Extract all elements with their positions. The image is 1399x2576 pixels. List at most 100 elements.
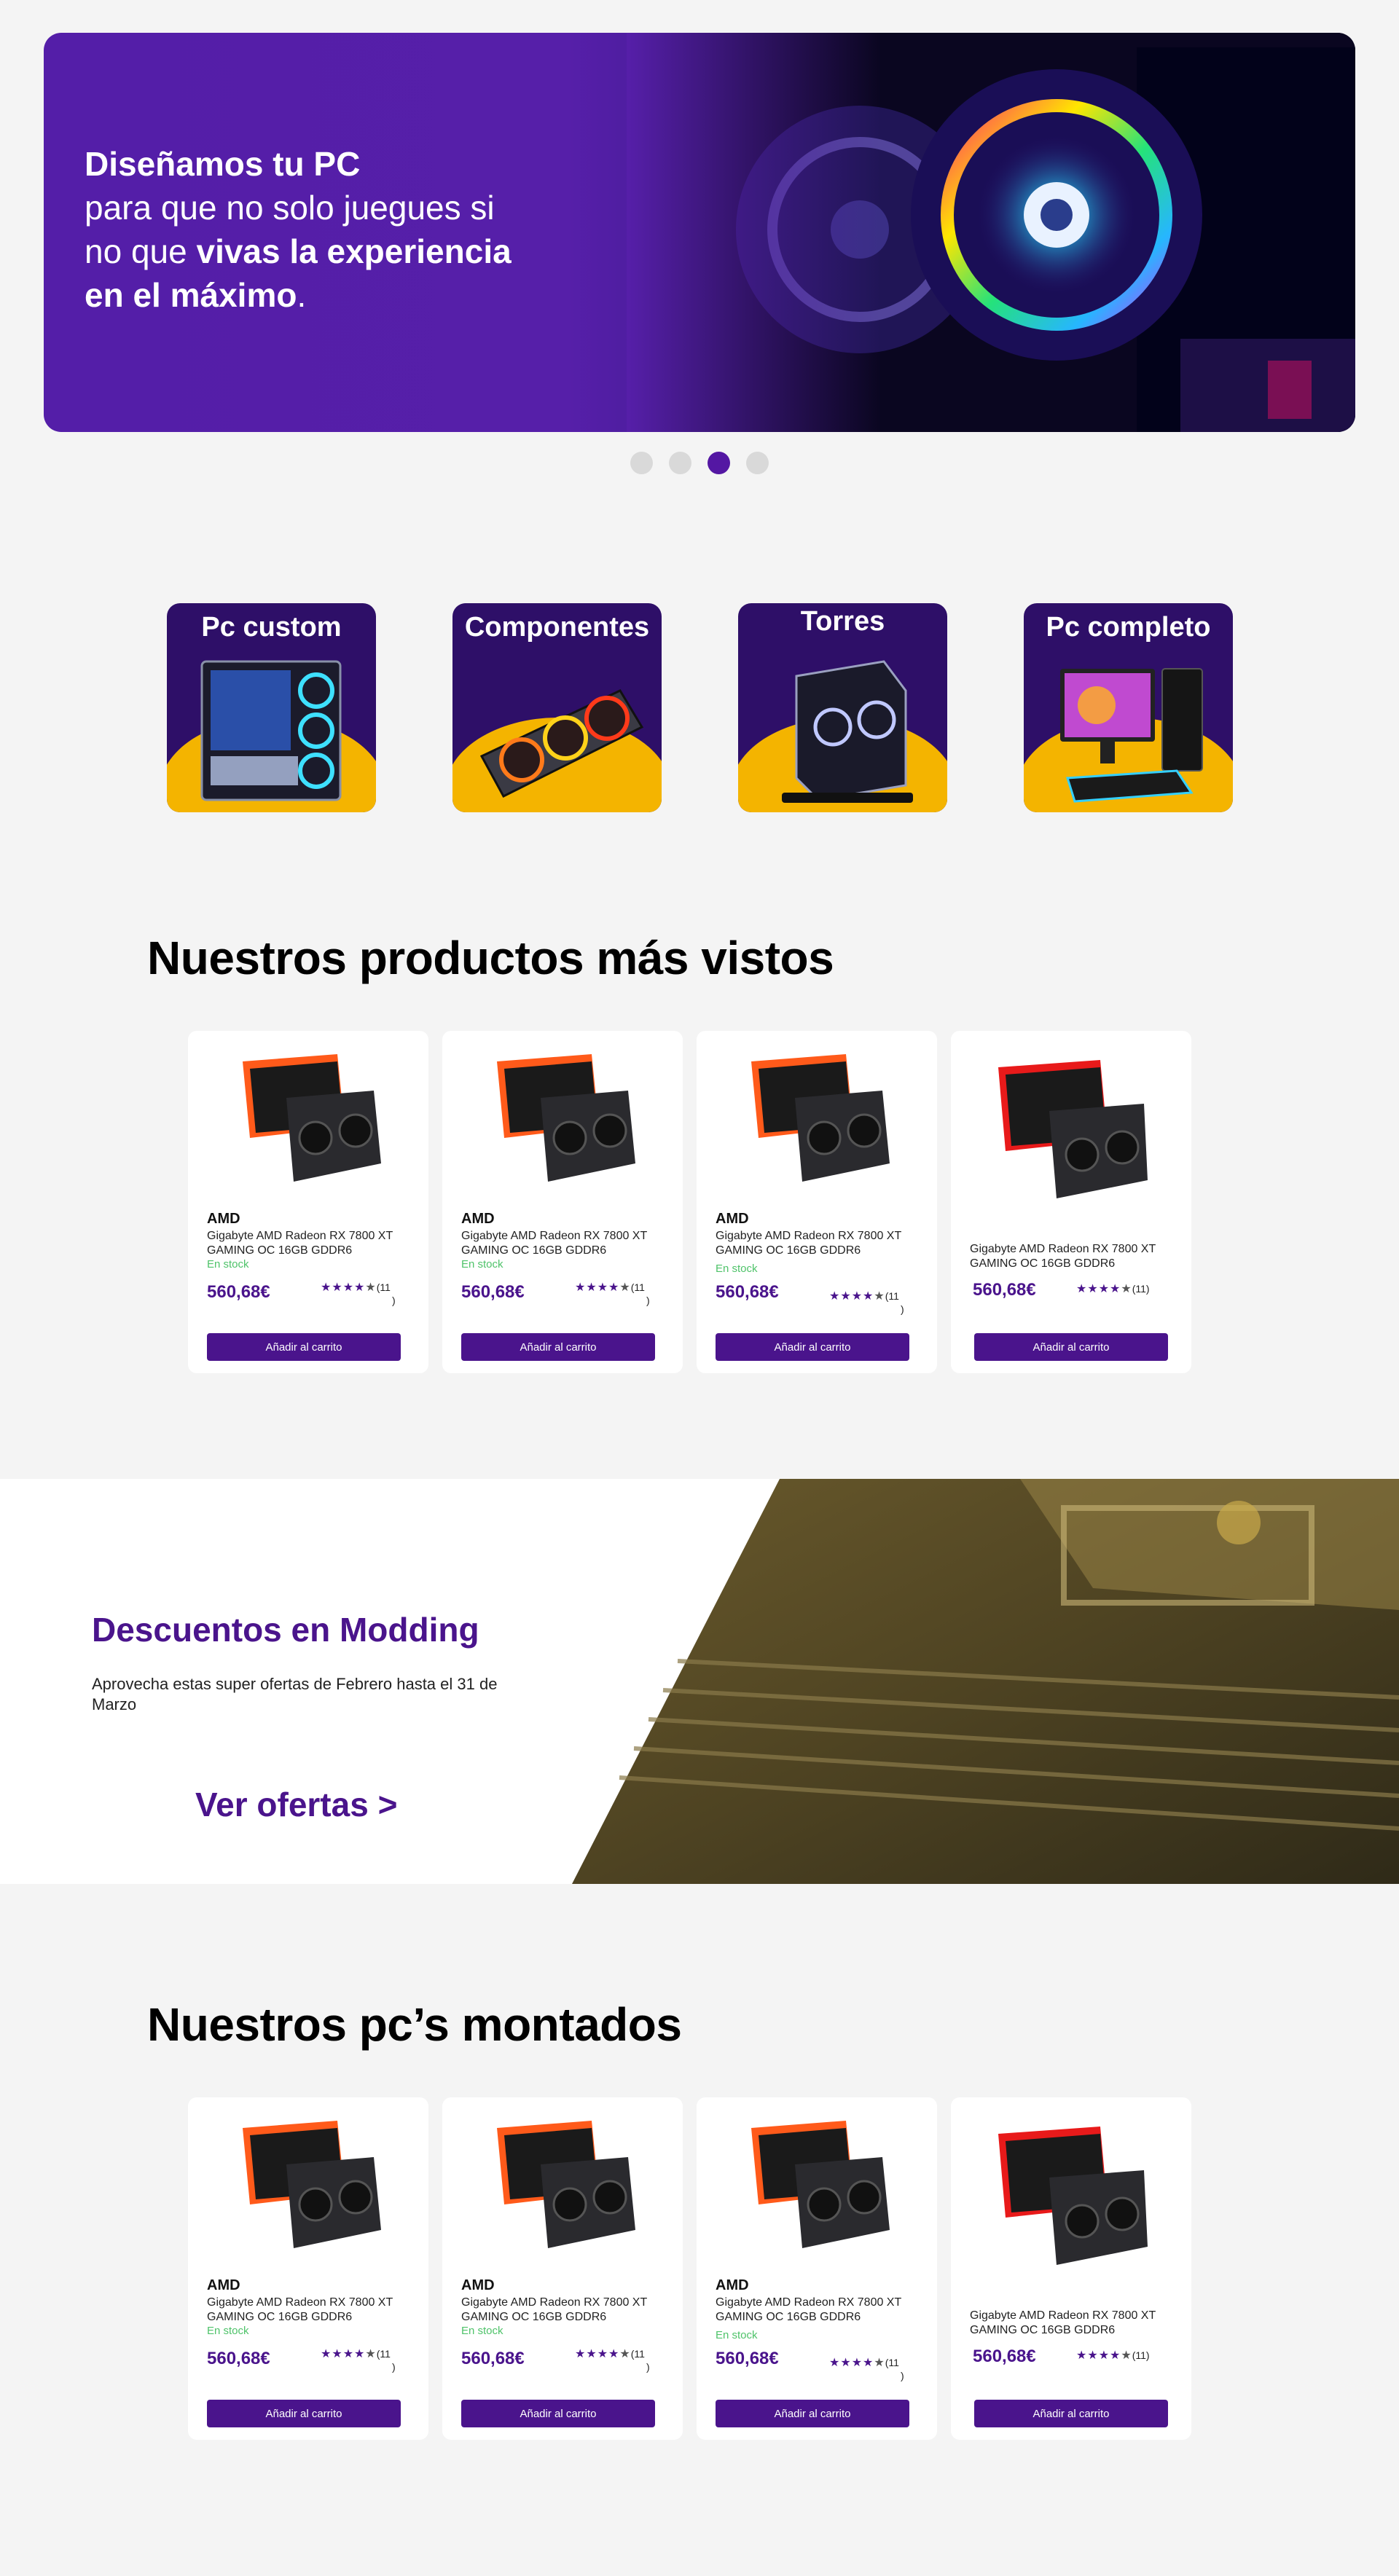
promo-banner: Descuentos en Modding Aprovecha estas su… (0, 1479, 1399, 1884)
review-count: (11) (1132, 2349, 1150, 2361)
product-price: 560,68€ (461, 1282, 525, 1302)
product-price: 560,68€ (973, 1280, 1036, 1300)
review-count-close: ) (392, 2361, 396, 2373)
category-pc-completo[interactable]: Pc completo (1024, 603, 1233, 812)
product-image (497, 1054, 635, 1182)
hero-line4-bold: en el máximo (85, 276, 297, 314)
review-count: (11) (1132, 1283, 1150, 1295)
product-card[interactable]: AMD Gigabyte AMD Radeon RX 7800 XT GAMIN… (188, 2097, 428, 2440)
promo-text: Aprovecha estas super ofertas de Febrero… (92, 1675, 498, 1713)
section-title-mounted-pcs: Nuestros pc’s montados (147, 1998, 682, 2051)
product-price: 560,68€ (716, 2349, 779, 2368)
product-name[interactable]: Gigabyte AMD Radeon RX 7800 XT GAMING OC… (207, 2296, 404, 2325)
review-count: (11 (885, 2357, 899, 2368)
product-name[interactable]: Gigabyte AMD Radeon RX 7800 XT GAMING OC… (970, 2309, 1167, 2338)
category-label: Componentes (464, 612, 650, 643)
product-price: 560,68€ (973, 2347, 1036, 2366)
product-image (243, 2121, 381, 2248)
category-label: Pc completo (1046, 612, 1211, 643)
review-count-close: ) (646, 2361, 650, 2373)
desktop-setup-icon (1060, 668, 1203, 803)
pc-case-icon (200, 660, 342, 801)
hero-line3-bold: vivas la experiencia (196, 232, 512, 270)
rating-stars: ★★★★★(11) (1076, 2349, 1150, 2362)
rating-stars: ★★★★★(11) (575, 1281, 650, 1306)
product-name[interactable]: Gigabyte AMD Radeon RX 7800 XT GAMING OC… (207, 1229, 404, 1258)
hero-line3-pre: no que (85, 232, 197, 270)
add-to-cart-button[interactable]: Añadir al carrito (461, 2400, 655, 2427)
product-price: 560,68€ (461, 2349, 525, 2368)
rating-stars: ★★★★★(11) (1076, 1283, 1150, 1295)
review-count: (11 (630, 1281, 645, 1293)
product-brand: AMD (461, 2277, 495, 2293)
category-pc-custom[interactable]: Pc custom (167, 603, 376, 812)
add-to-cart-button[interactable]: Añadir al carrito (207, 2400, 401, 2427)
review-count: (11 (630, 2348, 645, 2360)
product-card[interactable]: Gigabyte AMD Radeon RX 7800 XT GAMING OC… (951, 2097, 1191, 2440)
product-price: 560,68€ (716, 1282, 779, 1302)
hero-line2: para que no solo juegues si (85, 189, 495, 227)
add-to-cart-button[interactable]: Añadir al carrito (716, 1333, 909, 1361)
category-label: Pc custom (201, 612, 342, 643)
rating-stars: ★★★★★(11) (321, 1281, 396, 1306)
rating-stars: ★★★★★(11) (829, 1290, 904, 1315)
product-name[interactable]: Gigabyte AMD Radeon RX 7800 XT GAMING OC… (716, 1229, 912, 1258)
add-to-cart-button[interactable]: Añadir al carrito (207, 1333, 401, 1361)
hero-line1: Diseñamos tu PC (85, 145, 361, 183)
product-name[interactable]: Gigabyte AMD Radeon RX 7800 XT GAMING OC… (970, 1242, 1167, 1271)
carousel-dot-2[interactable] (669, 452, 691, 474)
add-to-cart-button[interactable]: Añadir al carrito (716, 2400, 909, 2427)
review-count-close: ) (646, 1295, 650, 1306)
product-card[interactable]: AMD Gigabyte AMD Radeon RX 7800 XT GAMIN… (442, 2097, 683, 2440)
product-brand: AMD (207, 1211, 240, 1227)
rating-stars: ★★★★★(11) (575, 2348, 650, 2373)
stock-status: En stock (461, 1258, 503, 1271)
add-to-cart-button[interactable]: Añadir al carrito (461, 1333, 655, 1361)
product-image (243, 1054, 381, 1182)
product-brand: AMD (716, 2277, 749, 2293)
product-name[interactable]: Gigabyte AMD Radeon RX 7800 XT GAMING OC… (716, 2296, 912, 2325)
add-to-cart-button[interactable]: Añadir al carrito (974, 1333, 1168, 1361)
product-image (751, 1054, 890, 1182)
graphics-card-icon (479, 689, 644, 798)
review-count-close: ) (901, 2370, 904, 2381)
product-card[interactable]: Gigabyte AMD Radeon RX 7800 XT GAMING OC… (951, 1031, 1191, 1373)
product-card[interactable]: AMD Gigabyte AMD Radeon RX 7800 XT GAMIN… (697, 2097, 937, 2440)
view-offers-link[interactable]: Ver ofertas > (195, 1785, 397, 1824)
product-card[interactable]: AMD Gigabyte AMD Radeon RX 7800 XT GAMIN… (442, 1031, 683, 1373)
stock-status: En stock (461, 2325, 503, 2337)
product-image (998, 2127, 1148, 2265)
rating-stars: ★★★★★(11) (829, 2357, 904, 2381)
add-to-cart-button[interactable]: Añadir al carrito (974, 2400, 1168, 2427)
carousel-dot-1[interactable] (630, 452, 653, 474)
promo-title: Descuentos en Modding (92, 1611, 479, 1649)
carousel-dots (0, 452, 1399, 474)
product-card[interactable]: AMD Gigabyte AMD Radeon RX 7800 XT GAMIN… (188, 1031, 428, 1373)
review-count: (11 (885, 1290, 899, 1302)
carousel-dot-3[interactable] (708, 452, 730, 474)
carousel-dot-4[interactable] (746, 452, 769, 474)
stock-status: En stock (716, 1263, 758, 1275)
review-count: (11 (376, 1281, 391, 1293)
product-name[interactable]: Gigabyte AMD Radeon RX 7800 XT GAMING OC… (461, 2296, 658, 2325)
product-image (751, 2121, 890, 2248)
product-brand: AMD (461, 1211, 495, 1227)
category-componentes[interactable]: Componentes (452, 603, 662, 812)
stock-status: En stock (207, 1258, 249, 1271)
hero-headline: Diseñamos tu PC para que no solo juegues… (85, 142, 653, 317)
section-title-most-viewed: Nuestros productos más vistos (147, 932, 834, 984)
product-price: 560,68€ (207, 1282, 270, 1302)
review-count: (11 (376, 2348, 391, 2360)
category-torres[interactable]: Torres (738, 603, 947, 812)
hero-line4-post: . (297, 276, 307, 314)
hero-banner[interactable]: Diseñamos tu PC para que no solo juegues… (44, 33, 1355, 432)
stock-status: En stock (716, 2329, 758, 2341)
product-image (998, 1060, 1148, 1198)
product-name[interactable]: Gigabyte AMD Radeon RX 7800 XT GAMING OC… (461, 1229, 658, 1258)
product-brand: AMD (716, 1211, 749, 1227)
product-brand: AMD (207, 2277, 240, 2293)
review-count-close: ) (901, 1303, 904, 1315)
review-count-close: ) (392, 1295, 396, 1306)
product-card[interactable]: AMD Gigabyte AMD Radeon RX 7800 XT GAMIN… (697, 1031, 937, 1373)
product-price: 560,68€ (207, 2349, 270, 2368)
